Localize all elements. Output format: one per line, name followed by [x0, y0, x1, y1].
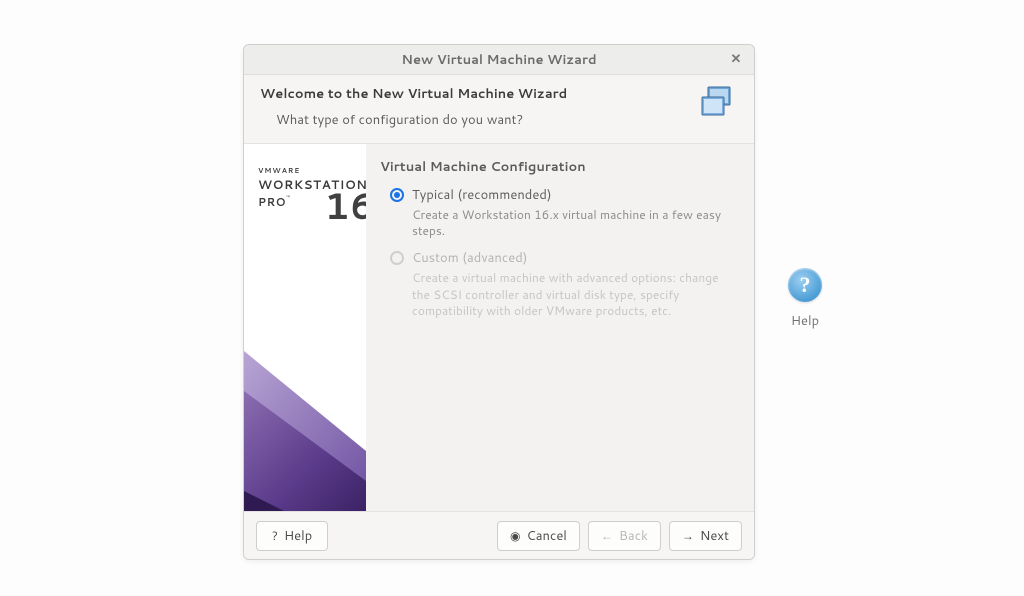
desktop-help-launcher[interactable]: ? Help — [775, 268, 835, 330]
wizard-header: Welcome to the New Virtual Machine Wizar… — [244, 75, 754, 144]
option-custom-label: Custom (advanced) — [412, 249, 736, 267]
brand-block: VMWARE WORKSTATION PRO™ 16 — [258, 166, 366, 211]
version-number: 16 — [324, 180, 366, 231]
window-title: New Virtual Machine Wizard — [401, 51, 596, 69]
option-custom-desc: Create a virtual machine with advanced o… — [412, 270, 736, 319]
option-custom[interactable]: Custom (advanced) Create a virtual machi… — [380, 249, 736, 319]
next-button[interactable]: → Next — [669, 521, 742, 551]
radio-custom[interactable] — [390, 251, 404, 265]
cancel-icon: ◉ — [510, 527, 520, 544]
back-button: ← Back — [588, 521, 661, 551]
desktop-help-label: Help — [775, 312, 835, 330]
option-typical-label: Typical (recommended) — [412, 186, 736, 204]
back-button-label: Back — [619, 527, 648, 545]
help-button-label: Help — [284, 527, 312, 545]
title-bar[interactable]: New Virtual Machine Wizard ✕ — [244, 45, 754, 75]
next-button-label: Next — [700, 527, 729, 545]
config-panel: Virtual Machine Configuration Typical (r… — [366, 144, 754, 511]
help-icon: ? — [788, 268, 822, 302]
arrow-left-icon: ← — [601, 527, 613, 544]
cancel-button-label: Cancel — [527, 527, 567, 545]
trademark: ™ — [286, 193, 290, 202]
brand-line-1: VMWARE — [258, 166, 366, 176]
wizard-window: New Virtual Machine Wizard ✕ Welcome to … — [243, 44, 755, 560]
prompt-text: What type of configuration do you want? — [260, 111, 738, 129]
option-typical[interactable]: Typical (recommended) Create a Workstati… — [380, 186, 736, 239]
content-row: VMWARE WORKSTATION PRO™ 16 — [244, 144, 754, 511]
close-icon[interactable]: ✕ — [728, 51, 744, 67]
radio-typical[interactable] — [390, 188, 404, 202]
question-icon: ? — [272, 527, 278, 544]
side-artwork: VMWARE WORKSTATION PRO™ 16 — [244, 144, 366, 511]
brand-line-3: PRO — [258, 194, 286, 210]
vm-screens-icon — [698, 83, 738, 123]
wizard-footer: ? Help ◉ Cancel ← Back → Next — [244, 511, 754, 559]
section-title: Virtual Machine Configuration — [380, 158, 736, 176]
arrow-right-icon: → — [682, 527, 694, 544]
cancel-button[interactable]: ◉ Cancel — [497, 521, 580, 551]
help-button[interactable]: ? Help — [256, 521, 328, 551]
option-typical-desc: Create a Workstation 16.x virtual machin… — [412, 207, 736, 239]
welcome-heading: Welcome to the New Virtual Machine Wizar… — [260, 85, 738, 103]
